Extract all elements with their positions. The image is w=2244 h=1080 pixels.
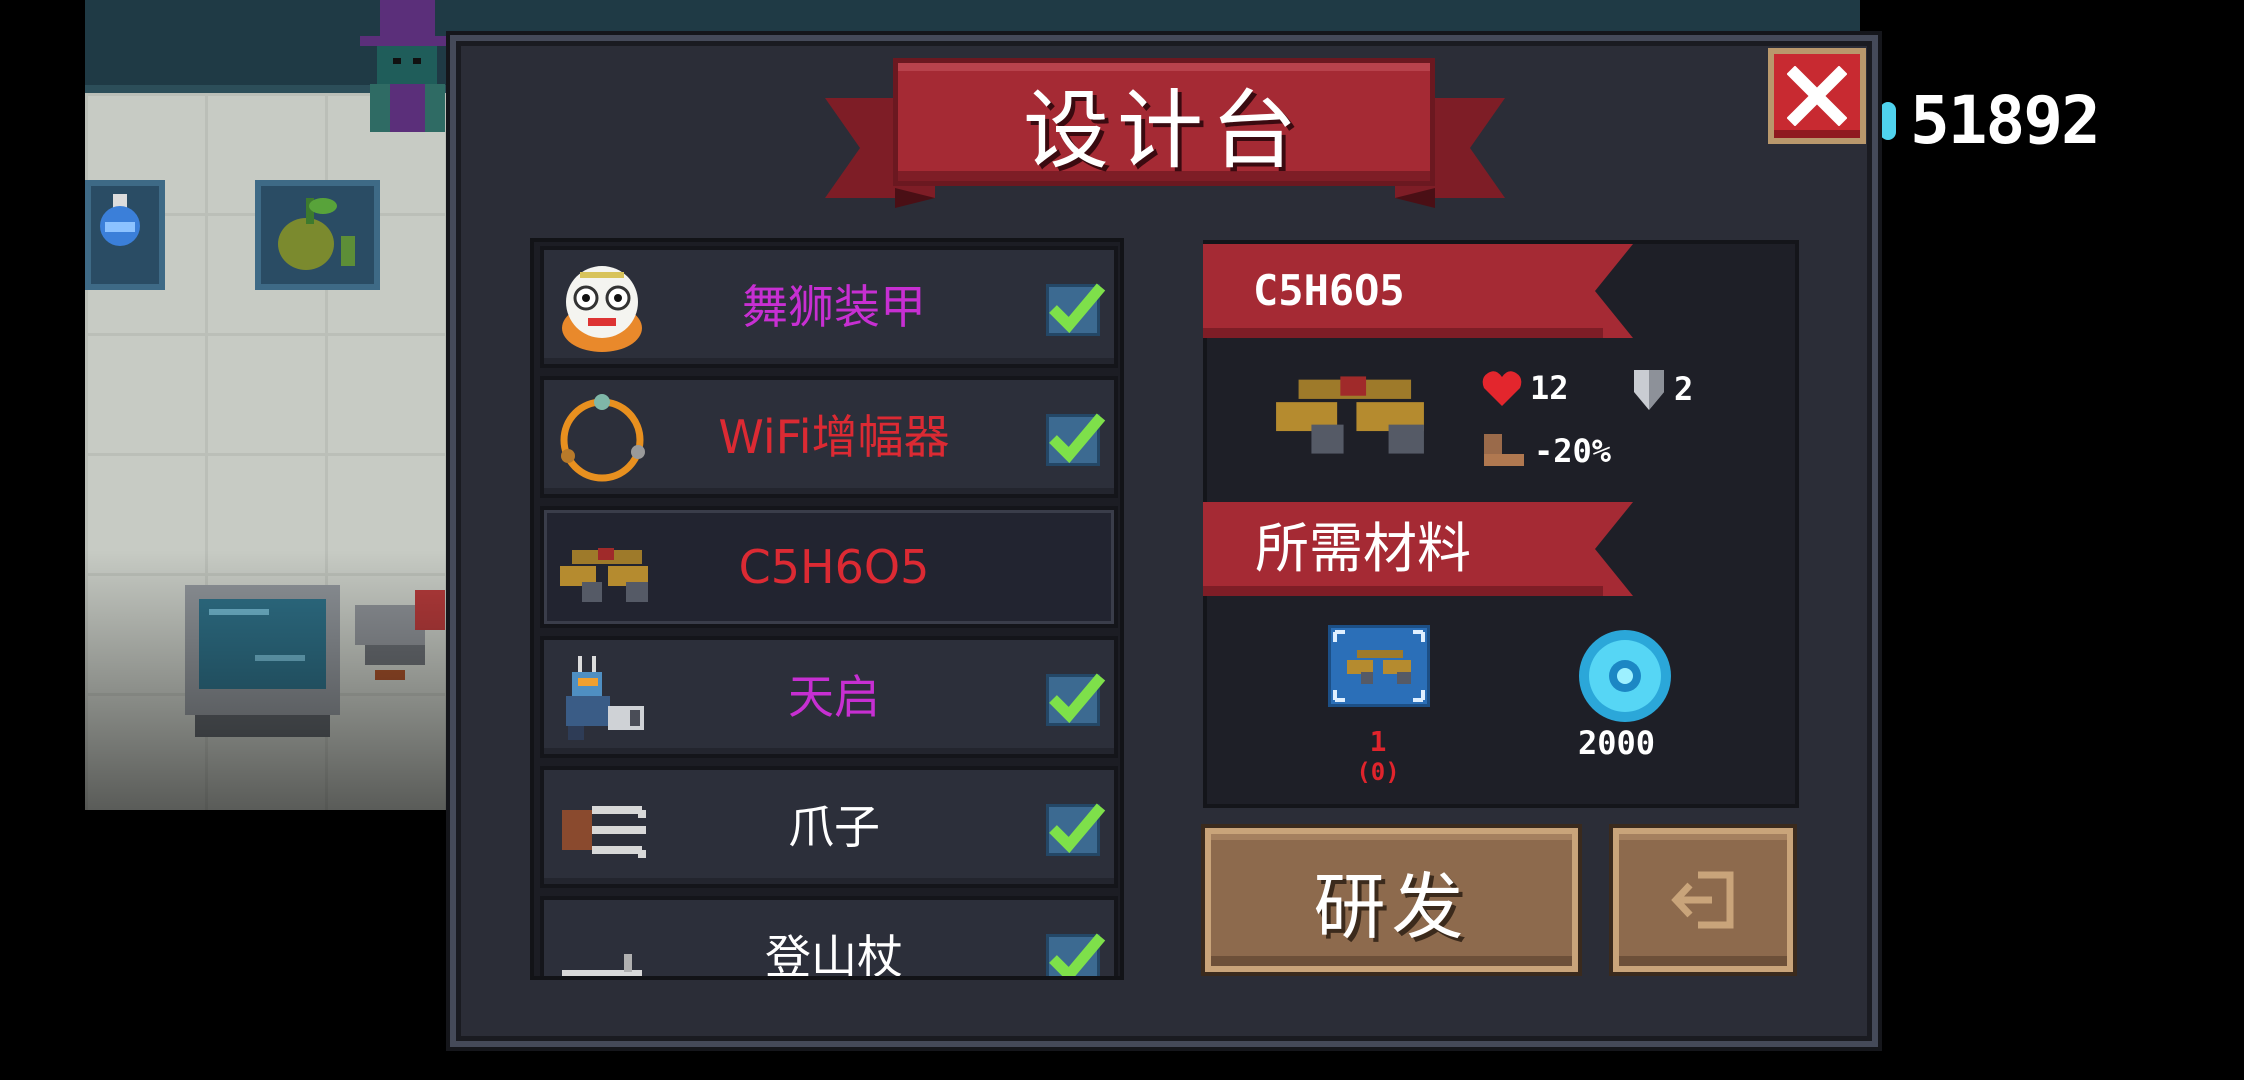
speed-value: -20% [1534, 432, 1612, 470]
potion-pedestal [85, 180, 165, 290]
item-name: 登山杖 [765, 930, 903, 980]
list-item-claw[interactable]: 爪子 [540, 766, 1118, 888]
stat-speed: -20% [1478, 432, 1611, 470]
list-item-lion-dance-armor[interactable]: 舞狮装甲 [540, 246, 1118, 368]
checkmark-icon [1049, 803, 1106, 854]
boot-icon [1484, 434, 1524, 466]
item-name: 舞狮装甲 [742, 280, 926, 334]
coin-counter: 51892 [1880, 82, 2101, 159]
seed-pedestal [255, 180, 380, 290]
wifi-booster-icon [560, 394, 645, 482]
armor-value: 2 [1674, 370, 1694, 408]
checkmark-icon [1049, 673, 1106, 724]
selected-item-name: C5H6O5 [1253, 266, 1405, 315]
gem-icon [1579, 630, 1671, 722]
list-item-c5h6o5[interactable]: C5H6O5 [540, 506, 1118, 628]
wizard-npc-sprite [360, 0, 455, 132]
materials-tag: 所需材料 [1203, 502, 1633, 596]
title-banner: 设计台 [825, 58, 1505, 208]
claw-icon [562, 806, 646, 858]
stat-armor: 2 [1630, 366, 1693, 412]
material-count: 1 (0) [1340, 725, 1416, 786]
owned-checkbox [1046, 933, 1106, 976]
stat-health: 12 [1480, 368, 1569, 408]
blueprint-list[interactable]: 舞狮装甲 WiFi增幅器 C5H6O5 天启 爪子 登山杖 [530, 238, 1124, 980]
list-item-trekking-pole[interactable]: 登山杖 [540, 896, 1118, 980]
gem-cost: 2000 [1578, 724, 1656, 762]
research-label: 研发 [1313, 864, 1470, 949]
close-icon [1787, 66, 1847, 126]
shield-icon [1634, 370, 1664, 410]
c5h6o5-boots-icon [560, 548, 648, 602]
checkmark-icon [1049, 933, 1106, 976]
list-item-apocalypse[interactable]: 天启 [540, 636, 1118, 758]
material-required: 1 [1369, 725, 1387, 758]
gem-icon [1880, 101, 1896, 140]
health-value: 12 [1530, 369, 1569, 407]
trekking-pole-icon [562, 954, 642, 976]
coin-value: 51892 [1910, 82, 2101, 159]
owned-checkbox [1046, 673, 1106, 726]
title-plate: 设计台 [893, 58, 1435, 186]
potion-icon [100, 194, 140, 246]
blueprint-icon [1333, 630, 1425, 702]
lion-dance-armor-icon [562, 266, 642, 352]
list-item-wifi-booster[interactable]: WiFi增幅器 [540, 376, 1118, 498]
checkmark-icon [1049, 413, 1106, 464]
exit-icon [1671, 871, 1734, 929]
exit-button[interactable] [1613, 828, 1793, 972]
item-name-tag: C5H6O5 [1203, 244, 1633, 338]
checkmark-icon [1049, 283, 1106, 334]
close-button[interactable] [1768, 48, 1866, 144]
heart-icon [1482, 371, 1522, 406]
apocalypse-mech-icon [566, 656, 644, 740]
selected-item-icon [1276, 376, 1424, 454]
item-name: C5H6O5 [738, 540, 930, 594]
dialog-title: 设计台 [1023, 80, 1305, 181]
item-name: WiFi增幅器 [718, 410, 950, 464]
seed-icon [278, 198, 355, 270]
research-button[interactable]: 研发 [1205, 828, 1578, 972]
owned-checkbox [1046, 283, 1106, 336]
item-name: 天启 [788, 670, 880, 724]
owned-checkbox [1046, 803, 1106, 856]
materials-label: 所需材料 [1255, 517, 1471, 580]
item-name: 爪子 [788, 800, 880, 854]
owned-checkbox [1046, 413, 1106, 466]
blueprint-material [1328, 625, 1430, 707]
material-owned: (0) [1356, 758, 1400, 786]
